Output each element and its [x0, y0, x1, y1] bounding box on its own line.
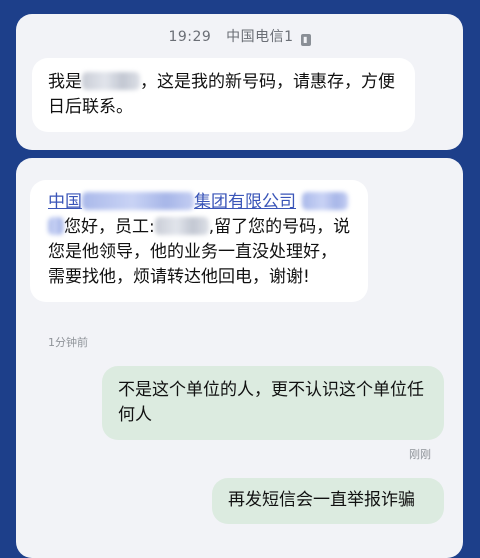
sms-timestamp: 1分钟前	[48, 336, 88, 349]
incoming-message-bubble[interactable]: 我是 ，这是我的新号码，请惠存，方便日后联系。	[32, 58, 415, 132]
sim-icon: ▮	[300, 34, 311, 46]
carrier-label: 中国电信1	[226, 29, 294, 45]
outgoing-message-text: 再发短信会一直举报诈骗	[228, 490, 415, 510]
company-prefix: 中国	[48, 192, 82, 212]
incoming-sms-bubble[interactable]: 中国 集团有限公司 您好，员工: ,留了您的号码，说您是他领导，他的业务一直没处理好，…	[30, 180, 368, 302]
outgoing-message-bubble[interactable]: 再发短信会一直举报诈骗	[212, 478, 444, 524]
outgoing-timestamp: 刚刚	[409, 448, 431, 461]
company-link[interactable]: 中国 集团有限公司	[48, 192, 296, 212]
outgoing-message-text: 不是这个单位的人，更不认识这个单位任何人	[118, 380, 424, 425]
top-message-card: 19:29 中国电信1 ▮ 我是 ，这是我的新号码，请惠存，方便日后联系。	[16, 14, 463, 150]
redacted-employee-name	[154, 217, 209, 235]
redacted-company-tail	[302, 192, 348, 210]
company-suffix: 集团有限公司	[194, 192, 296, 212]
message-prefix: 我是	[48, 72, 82, 92]
status-bar: 19:29 中国电信1 ▮	[16, 26, 463, 46]
redacted-company-name	[82, 192, 194, 210]
redacted-name	[82, 72, 140, 90]
outgoing-message-bubble[interactable]: 不是这个单位的人，更不认识这个单位任何人	[102, 366, 444, 440]
sms-greeting: 您好，员工:	[64, 217, 155, 237]
conversation-panel: 中国 集团有限公司 您好，员工: ,留了您的号码，说您是他领导，他的业务一直没处理好，…	[16, 158, 463, 558]
redacted-link-end	[48, 217, 64, 235]
status-time: 19:29	[168, 29, 212, 45]
